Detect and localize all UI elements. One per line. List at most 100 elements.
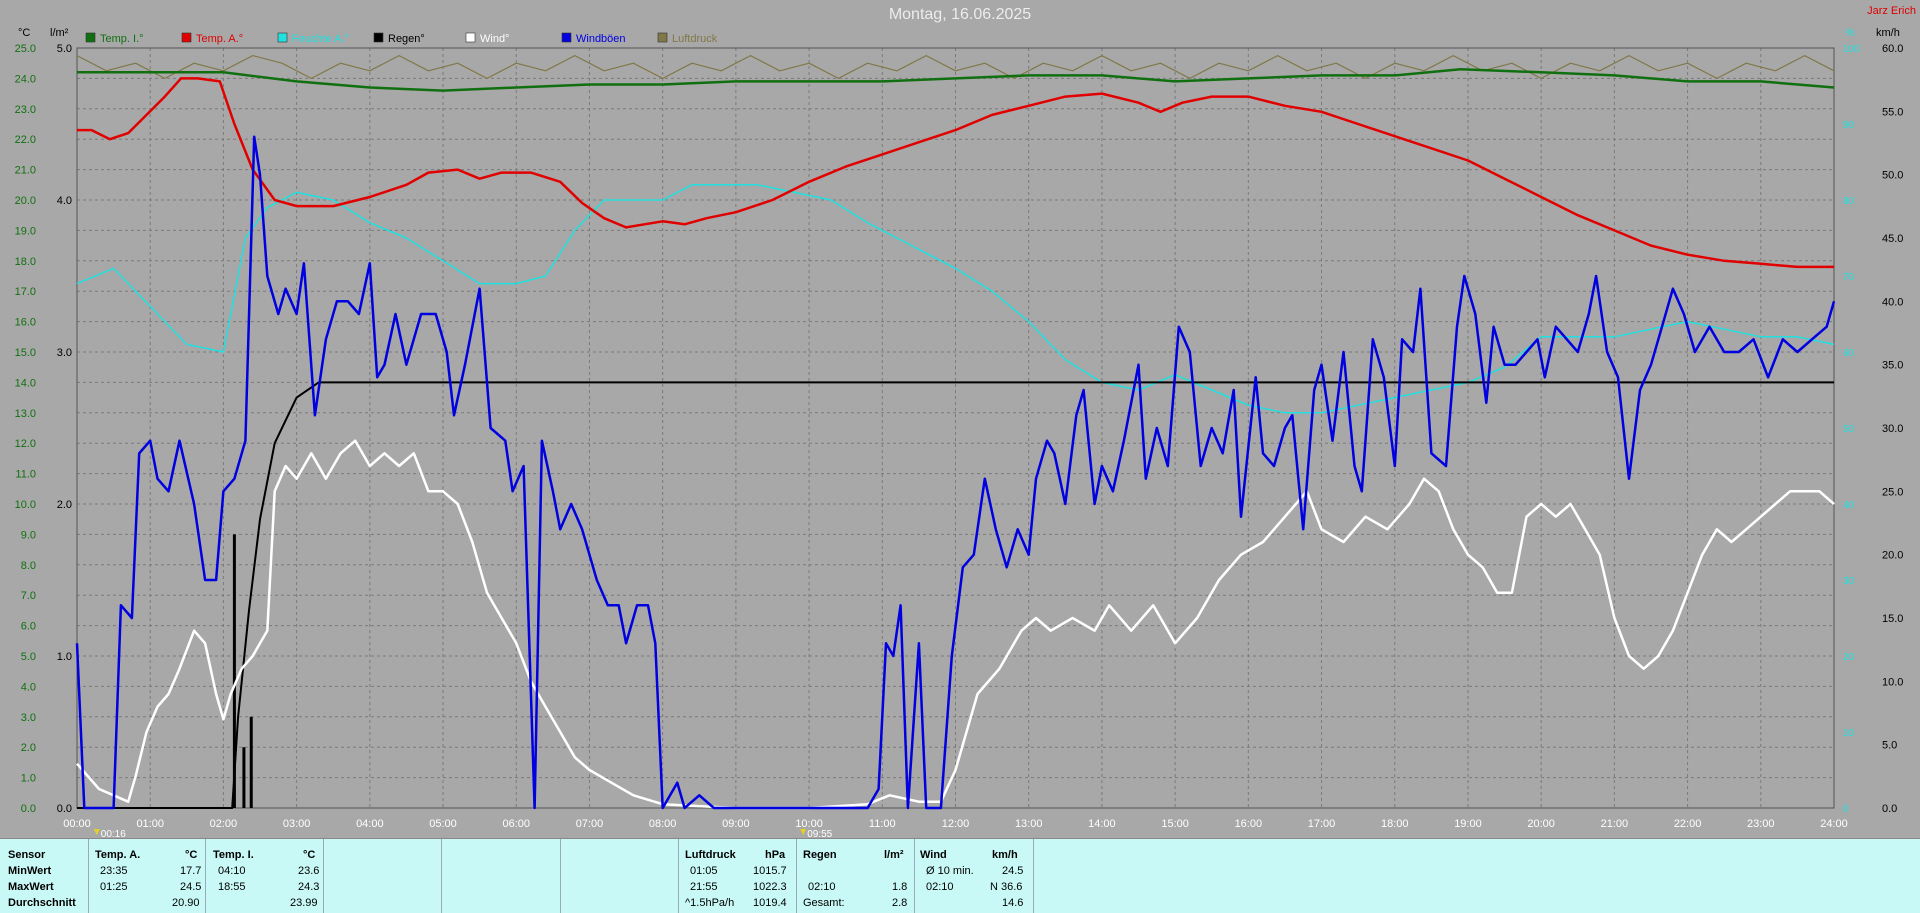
stats-rain-unit: l/m² — [884, 849, 904, 861]
stats-rain-total: 2.8 — [892, 897, 908, 909]
time-marker-label: 00:16 — [101, 829, 126, 838]
humidity-tick-label: 10 — [1843, 728, 1855, 739]
x-tick-label: 15:00 — [1161, 818, 1189, 830]
temp-tick-label: 20.0 — [15, 195, 36, 207]
temp-tick-label: 6.0 — [21, 621, 36, 633]
stats-wind-avg-label: Ø 10 min. — [926, 865, 974, 877]
temp-tick-label: 24.0 — [15, 73, 36, 85]
stats-max-label: MaxWert — [8, 881, 54, 893]
temp-tick-label: 10.0 — [15, 499, 36, 511]
stats-tempa-min-time: 23:35 — [100, 865, 128, 877]
humidity-tick-label: 90 — [1843, 120, 1855, 131]
weather-chart: Montag, 16.06.2025 Jarz Erich 00:00 01:00… — [0, 0, 1920, 838]
temp-tick-label: 4.0 — [21, 681, 36, 693]
x-tick-label: 08:00 — [649, 818, 677, 830]
stats-wind-unit: km/h — [992, 849, 1018, 861]
x-tick-label: 22:00 — [1674, 818, 1702, 830]
humidity-axis-unit: % — [1845, 27, 1855, 39]
legend-label: Regen° — [388, 33, 425, 45]
wind-tick-label: 60.0 — [1882, 43, 1903, 55]
x-tick-label: 03:00 — [283, 818, 311, 830]
stats-pressure-unit: hPa — [765, 849, 786, 861]
wind-tick-label: 40.0 — [1882, 296, 1903, 308]
stats-min-label: MinWert — [8, 865, 52, 877]
x-tick-label: 05:00 — [429, 818, 457, 830]
x-tick-label: 18:00 — [1381, 818, 1409, 830]
temp-tick-label: 21.0 — [15, 165, 36, 177]
x-tick-label: 23:00 — [1747, 818, 1775, 830]
temp-tick-label: 13.0 — [15, 408, 36, 420]
rain-tick-label: 0.0 — [57, 803, 72, 815]
stats-pressure-header: Luftdruck — [685, 849, 736, 861]
legend-swatch — [181, 32, 192, 43]
rain-bar — [242, 747, 246, 808]
legend-label: Wind° — [480, 33, 509, 45]
x-tick-label: 09:00 — [722, 818, 750, 830]
stats-pressure-trend-label: ^1.5hPa/h — [685, 897, 735, 909]
humidity-tick-label: 40 — [1843, 500, 1855, 511]
legend-label: Temp. I.° — [100, 33, 144, 45]
x-tick-label: 14:00 — [1088, 818, 1116, 830]
humidity-tick-label: 60 — [1843, 348, 1855, 359]
temp-tick-label: 22.0 — [15, 134, 36, 146]
stats-tempi-header: Temp. I. — [213, 849, 254, 861]
time-marker-icon — [93, 829, 100, 835]
temp-tick-label: 2.0 — [21, 742, 36, 754]
x-tick-label: 06:00 — [502, 818, 530, 830]
temp-tick-label: 12.0 — [15, 438, 36, 450]
x-tick-label: 21:00 — [1601, 818, 1629, 830]
stats-pressure-trend: 1019.4 — [753, 897, 787, 909]
x-tick-label: 19:00 — [1454, 818, 1482, 830]
x-tick-label: 17:00 — [1308, 818, 1336, 830]
temp-tick-label: 5.0 — [21, 651, 36, 663]
stats-sensor-label: Sensor — [8, 849, 46, 861]
wind-tick-label: 10.0 — [1882, 676, 1903, 688]
humidity-tick-label: 20 — [1843, 652, 1855, 663]
humidity-tick-label: 80 — [1843, 196, 1855, 207]
legend-swatch — [277, 32, 288, 43]
temp-tick-label: 19.0 — [15, 225, 36, 237]
x-tick-label: 00:00 — [63, 818, 91, 830]
legend-swatch — [657, 32, 668, 43]
humidity-tick-label: 70 — [1843, 272, 1855, 283]
stats-pressure-min: 1015.7 — [753, 865, 787, 877]
x-tick-label: 01:00 — [136, 818, 164, 830]
stats-pressure-min-time: 01:05 — [690, 865, 718, 877]
legend-label: Windböen — [576, 33, 626, 45]
temp-tick-label: 14.0 — [15, 377, 36, 389]
x-tick-label: 11:00 — [869, 818, 896, 830]
stats-avg-label: Durchschnitt — [8, 897, 76, 909]
wind-tick-label: 20.0 — [1882, 550, 1903, 562]
legend-label: Luftdruck — [672, 33, 718, 45]
stats-wind-header: Wind — [920, 849, 947, 861]
x-tick-label: 12:00 — [942, 818, 970, 830]
stats-wind-avg: 24.5 — [1002, 865, 1024, 877]
stats-pressure-max-time: 21:55 — [690, 881, 718, 893]
wind-tick-label: 0.0 — [1882, 803, 1897, 815]
stats-rain-max-time: 02:10 — [808, 881, 836, 893]
rain-axis-unit: l/m² — [50, 27, 69, 39]
humidity-tick-label: 30 — [1843, 576, 1855, 587]
stats-pressure-max: 1022.3 — [753, 881, 787, 893]
time-marker-label: 09:55 — [807, 829, 832, 838]
legend-swatch — [465, 32, 476, 43]
temp-tick-label: 15.0 — [15, 347, 36, 359]
stats-wind-mean: 14.6 — [1002, 897, 1024, 909]
stats-tempa-avg: 20.90 — [172, 897, 200, 909]
temp-tick-label: 23.0 — [15, 104, 36, 116]
stats-wind-max: N 36.6 — [990, 881, 1023, 893]
legend-label: Feuchte A.° — [292, 33, 349, 45]
temp-tick-label: 1.0 — [21, 773, 36, 785]
stats-rain-header: Regen — [803, 849, 837, 861]
humidity-tick-label: 0 — [1843, 804, 1849, 815]
chart-svg: 00:00 01:00 02:00 03:00 04:00 05:00 06:00 07:00… — [15, 27, 1904, 838]
temp-axis-unit: °C — [18, 27, 30, 39]
legend-label: Temp. A.° — [196, 33, 243, 45]
stats-tempi-min-time: 04:10 — [218, 865, 246, 877]
stats-tempi-max: 24.3 — [298, 881, 320, 893]
temp-tick-label: 9.0 — [21, 529, 36, 541]
stats-tempi-unit: °C — [303, 849, 316, 861]
stats-panel: Sensor MinWert MaxWert Durchschnitt Temp… — [0, 838, 1920, 913]
stats-tempi-min: 23.6 — [298, 865, 320, 877]
rain-tick-label: 4.0 — [57, 195, 72, 207]
